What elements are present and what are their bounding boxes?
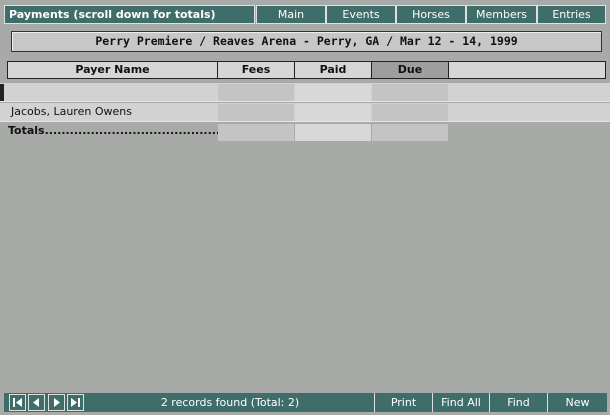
window-title: Payments (scroll down for totals) <box>4 5 255 24</box>
col-paid[interactable]: Paid <box>294 61 372 79</box>
next-record-icon[interactable] <box>48 394 65 411</box>
total-due-cell <box>372 124 448 141</box>
nav-entries-button[interactable]: Entries <box>537 5 606 24</box>
first-record-icon[interactable] <box>9 394 26 411</box>
payer-name-cell[interactable]: Jacobs, Lauren Owens <box>11 103 132 121</box>
total-fees-cell <box>218 124 294 141</box>
fees-cell[interactable] <box>218 104 294 121</box>
nav-members-button[interactable]: Members <box>466 5 537 24</box>
prev-record-icon[interactable] <box>28 394 45 411</box>
nav-events-button[interactable]: Events <box>326 5 396 24</box>
totals-label: Totals..................................… <box>8 124 241 137</box>
total-paid-cell <box>295 124 371 141</box>
nav-main-button[interactable]: Main <box>256 5 326 24</box>
last-record-icon[interactable] <box>67 394 84 411</box>
find-all-button[interactable]: Find All <box>432 393 489 412</box>
paid-cell[interactable] <box>295 84 371 101</box>
find-button[interactable]: Find <box>489 393 547 412</box>
current-record-marker <box>0 84 4 101</box>
event-header: Perry Premiere / Reaves Arena - Perry, G… <box>11 31 602 52</box>
paid-cell[interactable] <box>295 104 371 121</box>
fees-cell[interactable] <box>218 84 294 101</box>
nav-horses-button[interactable]: Horses <box>396 5 466 24</box>
print-button[interactable]: Print <box>374 393 432 412</box>
new-button[interactable]: New <box>547 393 607 412</box>
col-spacer <box>448 61 606 79</box>
due-cell[interactable] <box>372 84 448 101</box>
col-fees[interactable]: Fees <box>217 61 295 79</box>
col-due[interactable]: Due <box>371 61 449 79</box>
col-payer-name[interactable]: Payer Name <box>7 61 218 79</box>
due-cell[interactable] <box>372 104 448 121</box>
records-status: 2 records found (Total: 2) <box>160 396 300 409</box>
